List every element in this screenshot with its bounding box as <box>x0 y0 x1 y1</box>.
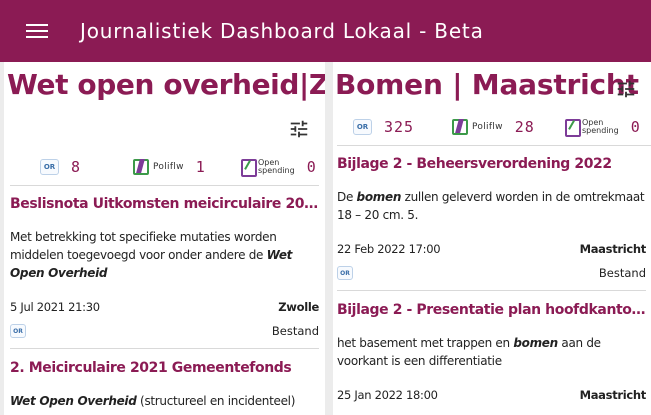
result-meta: 25 Jan 2022 18:00 Maastricht <box>337 388 646 402</box>
result-snippet: Wet Open Overheid (structureel en incide… <box>10 394 296 408</box>
result-type: Bestand <box>598 266 646 280</box>
result-card: Bijlage 2 - Beheersverordening 2022 De b… <box>337 156 646 291</box>
filter-settings-icon[interactable] <box>615 78 637 100</box>
source-poliflw[interactable]: Poliflw 1 <box>133 158 206 176</box>
result-meta: 22 Feb 2022 17:00 Maastricht <box>337 242 646 256</box>
source-counts: OR 8 Poliflw 1 Open spending 0 <box>10 154 319 186</box>
source-count: 0 <box>306 158 317 176</box>
openraadsinformatie-logo: OR <box>353 119 372 135</box>
top-app-bar: Journalistiek Dashboard Lokaal - Beta <box>0 0 651 62</box>
result-snippet: het basement met trappen en bomen aan de… <box>337 336 601 368</box>
source-poliflw[interactable]: Poliflw 28 <box>452 118 535 136</box>
result-card: 2. Meicirculaire 2021 Gemeentefonds Wet … <box>10 360 319 410</box>
source-count: 0 <box>630 118 641 136</box>
openraadsinformatie-logo: OR <box>337 266 353 280</box>
source-count: 8 <box>71 158 82 176</box>
source-count: 1 <box>195 158 206 176</box>
column-bomen-maastricht: Bomen | Maastricht OR 325 Poliflw 28 Ope… <box>333 62 651 415</box>
openraadsinformatie-logo: OR <box>10 324 26 338</box>
result-card: Beslisnota Uitkomsten meicirculaire 2021… <box>10 196 319 349</box>
column-title: Wet open overheid|Zwolle <box>7 68 325 101</box>
result-date: 5 Jul 2021 21:30 <box>10 300 100 314</box>
poliflw-logo: Poliflw <box>133 159 184 175</box>
result-date: 22 Feb 2022 17:00 <box>337 242 441 256</box>
openraadsinformatie-logo: OR <box>40 159 59 175</box>
source-count: 325 <box>384 118 415 136</box>
filter-settings-icon[interactable] <box>288 118 310 140</box>
source-openspending[interactable]: Open spending 0 <box>241 158 317 177</box>
column-title: Bomen | Maastricht <box>335 68 639 101</box>
poliflw-logo: Poliflw <box>452 119 503 135</box>
menu-icon[interactable] <box>25 21 49 41</box>
result-card: Bijlage 2 - Presentatie plan hoofdkantoo… <box>337 302 646 402</box>
result-title-link[interactable]: Bijlage 2 - Presentatie plan hoofdkantoo… <box>337 302 646 318</box>
result-footer: OR Bestand <box>337 266 646 291</box>
result-date: 25 Jan 2022 18:00 <box>337 388 438 402</box>
source-openspending[interactable]: Open spending 0 <box>565 118 641 137</box>
source-count: 28 <box>514 118 535 136</box>
result-location: Maastricht <box>579 388 647 402</box>
source-or[interactable]: OR 325 <box>353 118 414 136</box>
result-type: Bestand <box>271 324 319 338</box>
result-meta: 5 Jul 2021 21:30 Zwolle <box>10 300 319 314</box>
result-title-link[interactable]: Beslisnota Uitkomsten meicirculaire 2021… <box>10 196 319 212</box>
result-snippet: Met betrekking tot specifieke mutaties w… <box>10 230 293 280</box>
result-location: Zwolle <box>278 300 319 314</box>
openspending-logo: Open spending <box>241 159 295 177</box>
app-title: Journalistiek Dashboard Lokaal - Beta <box>80 19 484 43</box>
result-location: Maastricht <box>579 242 647 256</box>
openspending-logo: Open spending <box>565 119 619 137</box>
source-counts: OR 325 Poliflw 28 Open spending 0 <box>337 114 651 146</box>
result-title-link[interactable]: Bijlage 2 - Beheersverordening 2022 <box>337 156 646 172</box>
result-snippet: De bomen zullen geleverd worden in de om… <box>337 190 645 222</box>
column-wet-open-overheid: Wet open overheid|Zwolle OR 8 Poliflw 1 … <box>4 62 325 415</box>
result-title-link[interactable]: 2. Meicirculaire 2021 Gemeentefonds <box>10 360 319 376</box>
result-footer: OR Bestand <box>10 324 319 349</box>
source-or[interactable]: OR 8 <box>40 158 81 176</box>
